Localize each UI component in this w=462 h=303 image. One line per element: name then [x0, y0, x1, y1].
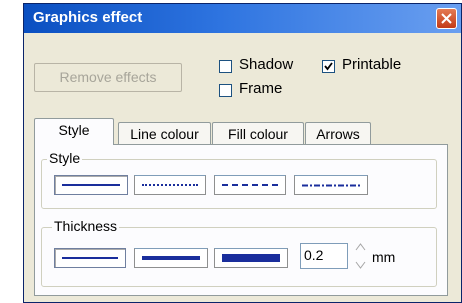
solid-line-sample — [62, 184, 120, 186]
title-bar[interactable]: Graphics effect — [24, 4, 461, 33]
thickness-value-input[interactable]: 0.2 — [300, 243, 348, 269]
frame-checkbox[interactable] — [219, 84, 232, 97]
shadow-label: Shadow — [239, 56, 294, 73]
dash-dot-line-sample — [302, 184, 360, 187]
tab-style[interactable]: Style — [34, 118, 114, 145]
printable-checkbox[interactable] — [322, 60, 335, 73]
style-group-label: Style — [47, 150, 83, 166]
window-title: Graphics effect — [33, 9, 143, 26]
style-dash-dot-option[interactable] — [294, 175, 368, 195]
tab-line-colour[interactable]: Line colour — [118, 122, 211, 145]
style-group: Style — [41, 150, 437, 209]
thickness-medium-option[interactable] — [134, 248, 208, 268]
shadow-checkbox[interactable] — [219, 60, 232, 73]
checkmark-icon — [324, 62, 333, 71]
tab-arrows[interactable]: Arrows — [305, 122, 371, 145]
dotted-line-sample — [142, 184, 198, 186]
thickness-spinner[interactable] — [355, 241, 366, 271]
close-icon — [441, 13, 452, 24]
thick-line-sample — [222, 254, 280, 262]
style-tab-panel: Style Thickness 0.2 mm — [34, 144, 448, 296]
thickness-group: Thickness 0.2 mm — [41, 218, 437, 287]
thickness-thin-option[interactable] — [54, 248, 126, 268]
frame-label: Frame — [239, 80, 283, 97]
thickness-group-label: Thickness — [52, 218, 120, 234]
printable-label: Printable — [342, 56, 402, 73]
remove-effects-button[interactable]: Remove effects — [34, 63, 182, 92]
close-button[interactable] — [436, 8, 457, 29]
style-dotted-option[interactable] — [134, 175, 206, 195]
thickness-unit: mm — [372, 249, 396, 265]
style-solid-option[interactable] — [54, 175, 128, 195]
dashed-line-sample — [222, 184, 278, 186]
thickness-thick-option[interactable] — [214, 248, 288, 268]
tab-fill-colour[interactable]: Fill colour — [212, 122, 304, 145]
style-dashed-option[interactable] — [214, 175, 286, 195]
medium-line-sample — [142, 256, 200, 260]
thin-line-sample — [62, 257, 118, 259]
graphics-effect-dialog: Graphics effect Remove effects Shadow Pr… — [23, 3, 462, 303]
